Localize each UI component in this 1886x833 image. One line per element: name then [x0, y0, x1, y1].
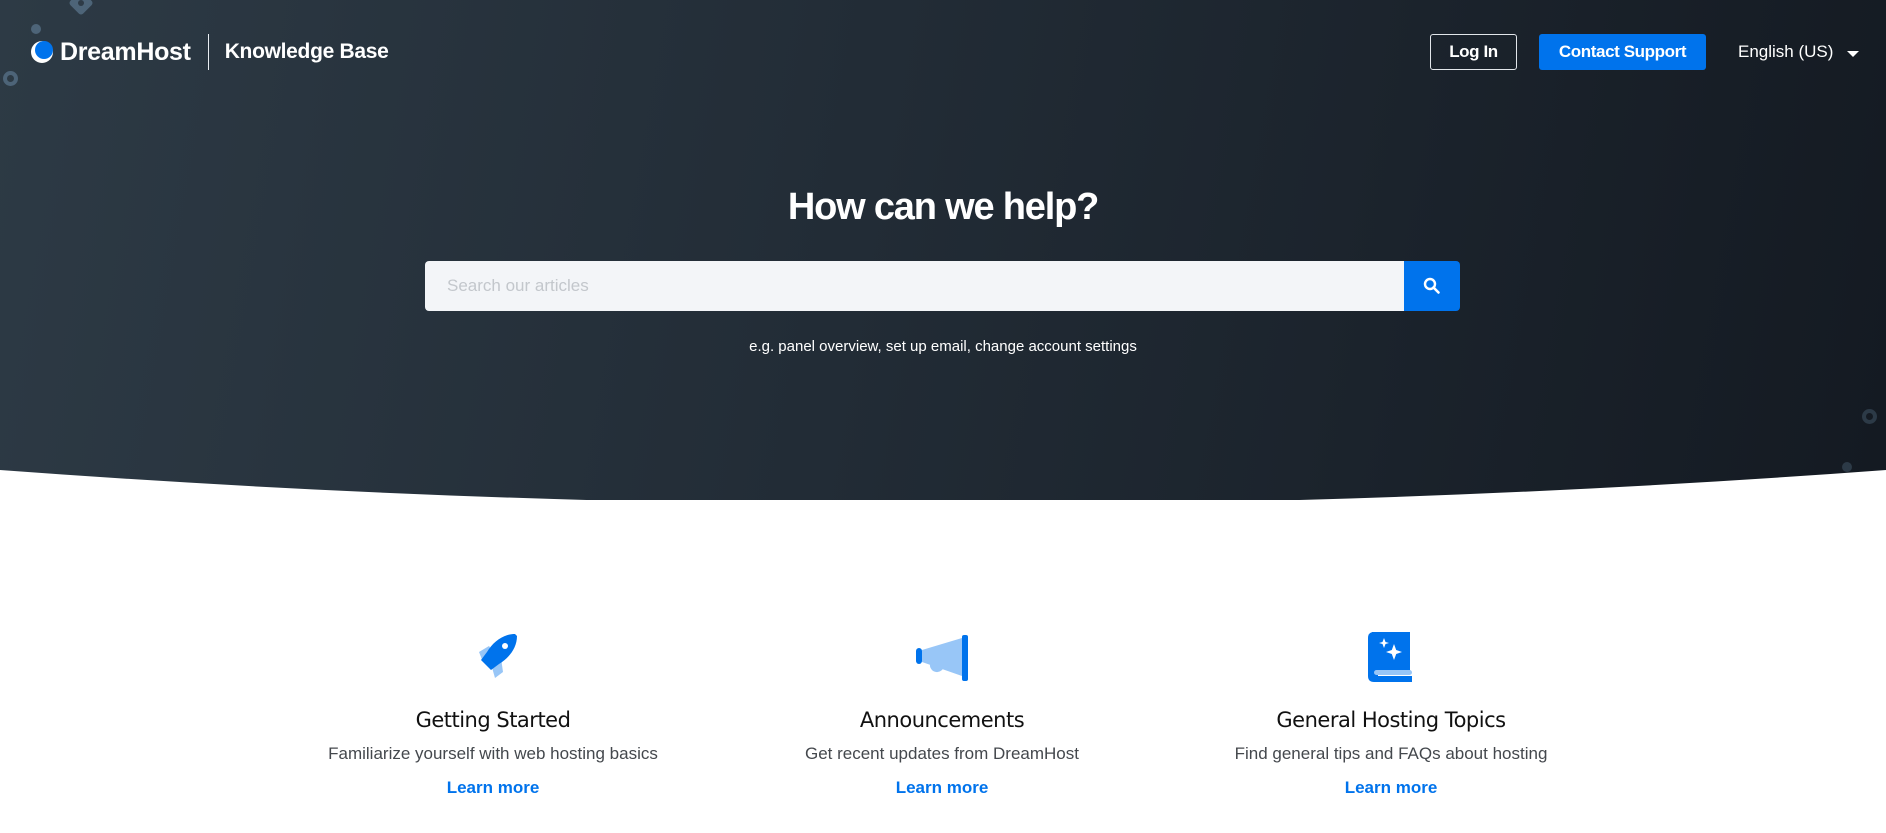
card-title: Getting Started — [415, 708, 571, 732]
decorative-ring — [1862, 409, 1877, 424]
dreamhost-logo[interactable]: DreamHost Knowledge Base — [30, 34, 389, 70]
hero-curve-divider — [0, 470, 1886, 500]
rocket-icon — [479, 634, 517, 678]
contact-support-button[interactable]: Contact Support — [1539, 34, 1706, 70]
search-icon — [1423, 277, 1440, 294]
dreamhost-moon-icon — [31, 41, 53, 63]
book-sparkle-icon — [1368, 632, 1412, 682]
card-title: General Hosting Topics — [1276, 708, 1506, 732]
caret-down-icon — [1847, 50, 1860, 57]
learn-more-link[interactable]: Learn more — [447, 778, 540, 798]
language-selector[interactable]: English (US) — [1738, 34, 1860, 70]
card-title: Announcements — [859, 708, 1025, 732]
card-description: Find general tips and FAQs about hosting — [1234, 744, 1548, 763]
megaphone-icon — [916, 635, 968, 681]
language-label: English (US) — [1738, 42, 1834, 61]
hero-section: DreamHost Knowledge Base Log In Contact … — [0, 0, 1886, 500]
search-input[interactable] — [425, 261, 1404, 311]
search-examples: e.g. panel overview, set up email, chang… — [749, 338, 1137, 355]
decorative-dot — [31, 24, 41, 34]
decorative-ring — [3, 71, 18, 86]
brand-name: DreamHost — [60, 37, 191, 66]
hero-title: How can we help? — [787, 186, 1099, 228]
search-button[interactable] — [1404, 261, 1460, 311]
card-general-hosting-topics[interactable]: General Hosting Topics Find general tips… — [1171, 630, 1611, 798]
card-getting-started[interactable]: Getting Started Familiarize yourself wit… — [273, 630, 713, 798]
card-description: Get recent updates from DreamHost — [804, 744, 1079, 763]
card-announcements[interactable]: Announcements Get recent updates from Dr… — [722, 630, 1162, 798]
learn-more-link[interactable]: Learn more — [1345, 778, 1438, 798]
learn-more-link[interactable]: Learn more — [896, 778, 989, 798]
search-bar — [425, 261, 1460, 311]
card-description: Familiarize yourself with web hosting ba… — [328, 744, 658, 763]
login-button[interactable]: Log In — [1430, 34, 1517, 70]
logo-divider — [207, 34, 209, 70]
section-title[interactable]: Knowledge Base — [225, 40, 389, 64]
decorative-diamond — [68, 0, 94, 16]
